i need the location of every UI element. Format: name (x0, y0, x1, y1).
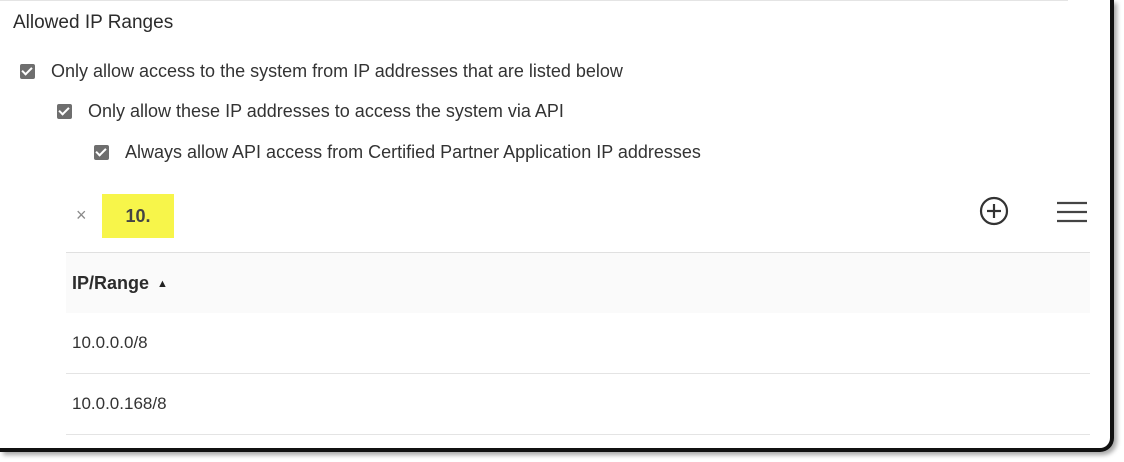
allowed-ip-ranges-panel: Allowed IP Ranges Only allow access to t… (0, 0, 1114, 452)
table-toolbar: × 10. (66, 191, 1090, 253)
top-divider (0, 0, 1068, 1)
hamburger-menu-icon[interactable] (1057, 201, 1087, 223)
option-allow-certified-partner[interactable]: Always allow API access from Certified P… (94, 142, 701, 163)
option-label: Only allow access to the system from IP … (51, 61, 623, 81)
filter-input-value[interactable]: 10. (102, 194, 174, 238)
checkbox-checked-icon[interactable] (94, 145, 109, 160)
ip-range-cell: 10.0.0.0/8 (72, 333, 148, 352)
clear-filter-icon[interactable]: × (76, 203, 87, 227)
checkbox-checked-icon[interactable] (20, 64, 35, 79)
option-restrict-access[interactable]: Only allow access to the system from IP … (20, 61, 623, 82)
ip-range-cell: 10.0.0.168/8 (72, 394, 167, 413)
option-label: Always allow API access from Certified P… (125, 142, 701, 162)
option-restrict-api-access[interactable]: Only allow these IP addresses to access … (57, 101, 564, 122)
table-row[interactable]: 10.0.0.0/8 (66, 313, 1090, 374)
add-circle-icon[interactable] (979, 196, 1009, 226)
table-row[interactable]: 10.0.0.168/8 (66, 374, 1090, 435)
section-title: Allowed IP Ranges (13, 12, 174, 33)
column-header-label: IP/Range (72, 272, 150, 293)
column-header-ip-range[interactable]: IP/Range ▲ (66, 253, 1090, 313)
option-label: Only allow these IP addresses to access … (88, 101, 564, 121)
sort-ascending-icon[interactable]: ▲ (157, 278, 168, 290)
checkbox-checked-icon[interactable] (57, 104, 72, 119)
ip-range-table: IP/Range ▲ 10.0.0.0/8 10.0.0.168/8 (66, 253, 1090, 435)
